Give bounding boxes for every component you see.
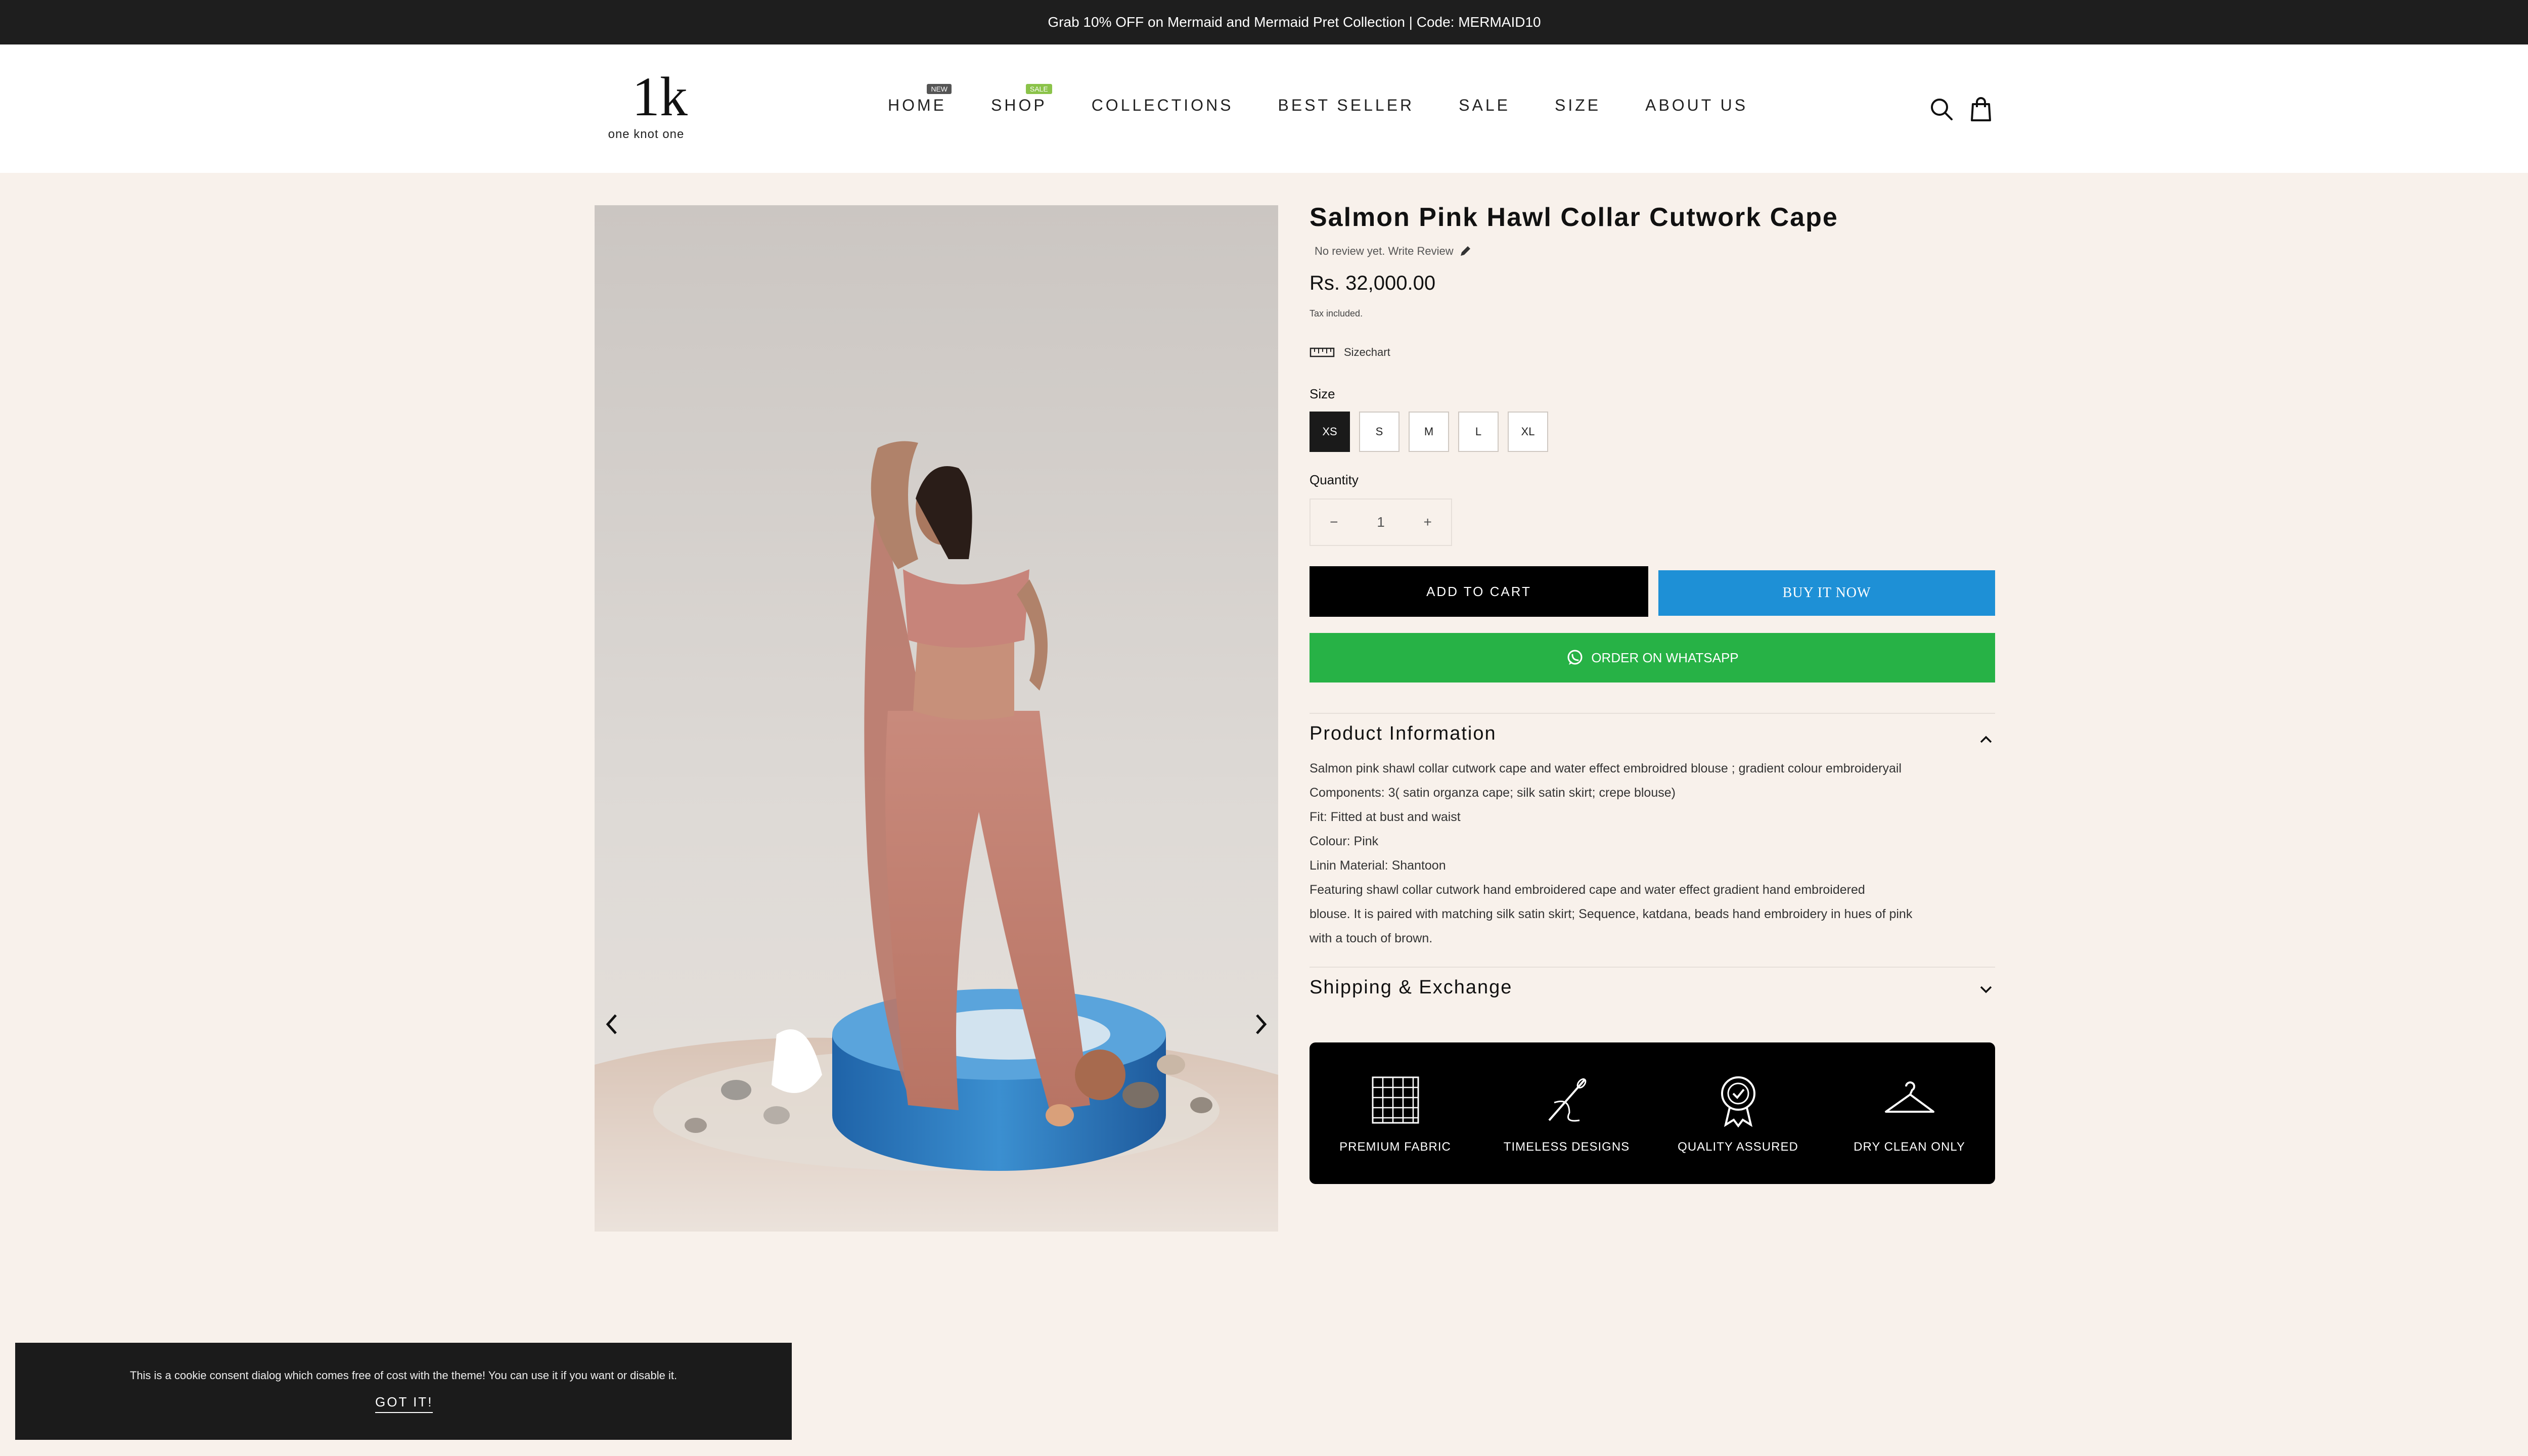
nav-item-size[interactable]: SIZE (1555, 96, 1601, 115)
cart-icon[interactable] (1967, 95, 1995, 123)
sale-badge: SALE (1025, 84, 1052, 94)
size-option-xl[interactable]: XL (1508, 412, 1548, 452)
divider (1310, 967, 1995, 968)
size-option-l[interactable]: L (1458, 412, 1499, 452)
whatsapp-icon (1567, 650, 1583, 665)
feature-label: QUALITY ASSURED (1678, 1140, 1798, 1154)
description-line: Colour: Pink (1310, 834, 1379, 848)
search-icon[interactable] (1927, 95, 1956, 123)
feature-label: DRY CLEAN ONLY (1854, 1140, 1965, 1154)
logo-mark: 1k (632, 66, 688, 127)
pencil-icon (1460, 246, 1470, 256)
sizechart-link[interactable]: Sizechart (1310, 346, 1390, 359)
site-header: 1k one knot one HOME NEW SHOP SALE COLLE… (0, 44, 2528, 173)
description-line: Linin Material: Shantoon (1310, 858, 1446, 873)
feature-premium-fabric: PREMIUM FABRIC (1310, 1042, 1481, 1184)
whatsapp-label: ORDER ON WHATSAPP (1591, 650, 1739, 665)
chevron-down-icon[interactable] (1977, 981, 1995, 999)
fabric-icon (1372, 1076, 1419, 1124)
quantity-decrease-button[interactable]: − (1311, 514, 1358, 530)
review-text: No review yet. Write Review (1315, 245, 1454, 257)
cookie-text: This is a cookie consent dialog which co… (129, 1369, 678, 1382)
logo-wordmark: one knot one (608, 127, 685, 141)
quantity-label: Quantity (1310, 472, 1359, 487)
description-line: Salmon pink shawl collar cutwork cape an… (1310, 761, 1902, 776)
size-option-xs[interactable]: XS (1310, 412, 1350, 452)
product-image[interactable] (595, 205, 1278, 1232)
whatsapp-order-button[interactable]: ORDER ON WHATSAPP (1310, 633, 1995, 682)
description-line: blouse. It is paired with matching silk … (1310, 907, 1913, 921)
nav-label: HOME (888, 96, 946, 114)
chevron-up-icon[interactable] (1977, 730, 1995, 748)
nav-label: SHOP (991, 96, 1047, 114)
new-badge: NEW (927, 84, 952, 94)
size-label: Size (1310, 386, 1335, 401)
feature-dry-clean-only: DRY CLEAN ONLY (1824, 1042, 1995, 1184)
description-line: with a touch of brown. (1310, 931, 1433, 945)
product-title: Salmon Pink Hawl Collar Cutwork Cape (1310, 203, 1838, 232)
nav-item-about-us[interactable]: ABOUT US (1645, 96, 1748, 115)
product-price: Rs. 32,000.00 (1310, 272, 1436, 294)
ruler-icon (1310, 347, 1335, 357)
nav-item-sale[interactable]: SALE (1459, 96, 1510, 115)
next-image-icon[interactable] (1251, 1009, 1271, 1039)
hanger-icon (1884, 1081, 1934, 1113)
shipping-exchange-toggle[interactable]: Shipping & Exchange (1310, 977, 1512, 998)
nav-item-best-seller[interactable]: BEST SELLER (1278, 96, 1415, 115)
needle-icon (1548, 1078, 1586, 1122)
nav-item-home[interactable]: HOME NEW (888, 84, 952, 115)
divider (1310, 713, 1995, 714)
feature-timeless-designs: TIMELESS DESIGNS (1481, 1042, 1652, 1184)
size-options: XS S M L XL (1310, 412, 1548, 452)
feature-label: PREMIUM FABRIC (1339, 1140, 1451, 1154)
announcement-bar: Grab 10% OFF on Mermaid and Mermaid Pret… (0, 0, 2528, 44)
buy-now-button[interactable]: BUY IT NOW (1658, 570, 1995, 616)
nav-item-shop[interactable]: SHOP SALE (991, 84, 1052, 115)
feature-quality-assured: QUALITY ASSURED (1652, 1042, 1824, 1184)
size-option-m[interactable]: M (1409, 412, 1449, 452)
product-description: Salmon pink shawl collar cutwork cape an… (1310, 756, 1995, 950)
description-line: Fit: Fitted at bust and waist (1310, 810, 1461, 824)
product-gallery (595, 205, 1278, 1232)
feature-label: TIMELESS DESIGNS (1503, 1140, 1630, 1154)
description-line: Components: 3( satin organza cape; silk … (1310, 786, 1676, 800)
prev-image-icon[interactable] (602, 1009, 622, 1039)
cookie-consent-dialog: This is a cookie consent dialog which co… (15, 1343, 792, 1440)
cookie-accept-button[interactable]: GOT IT! (375, 1394, 433, 1413)
nav-item-collections[interactable]: COLLECTIONS (1092, 96, 1234, 115)
quantity-increase-button[interactable]: + (1404, 514, 1451, 530)
main-nav: HOME NEW SHOP SALE COLLECTIONS BEST SELL… (888, 84, 1748, 115)
quality-badge-icon (1721, 1076, 1755, 1128)
features-strip: PREMIUM FABRIC TIMELESS DESIGNS QUALITY … (1310, 1042, 1995, 1184)
brand-logo[interactable]: 1k one knot one (601, 69, 692, 150)
size-option-s[interactable]: S (1359, 412, 1400, 452)
quantity-input[interactable]: 1 (1358, 514, 1405, 530)
description-line: Featuring shawl collar cutwork hand embr… (1310, 883, 1865, 897)
tax-note: Tax included. (1310, 308, 1363, 318)
sizechart-label: Sizechart (1344, 346, 1390, 358)
add-to-cart-button[interactable]: ADD TO CART (1310, 566, 1648, 617)
quantity-stepper: − 1 + (1310, 498, 1452, 546)
review-summary[interactable]: No review yet. Write Review (1315, 245, 1472, 258)
product-information-toggle[interactable]: Product Information (1310, 723, 1497, 745)
announcement-text: Grab 10% OFF on Mermaid and Mermaid Pret… (1048, 14, 1541, 30)
